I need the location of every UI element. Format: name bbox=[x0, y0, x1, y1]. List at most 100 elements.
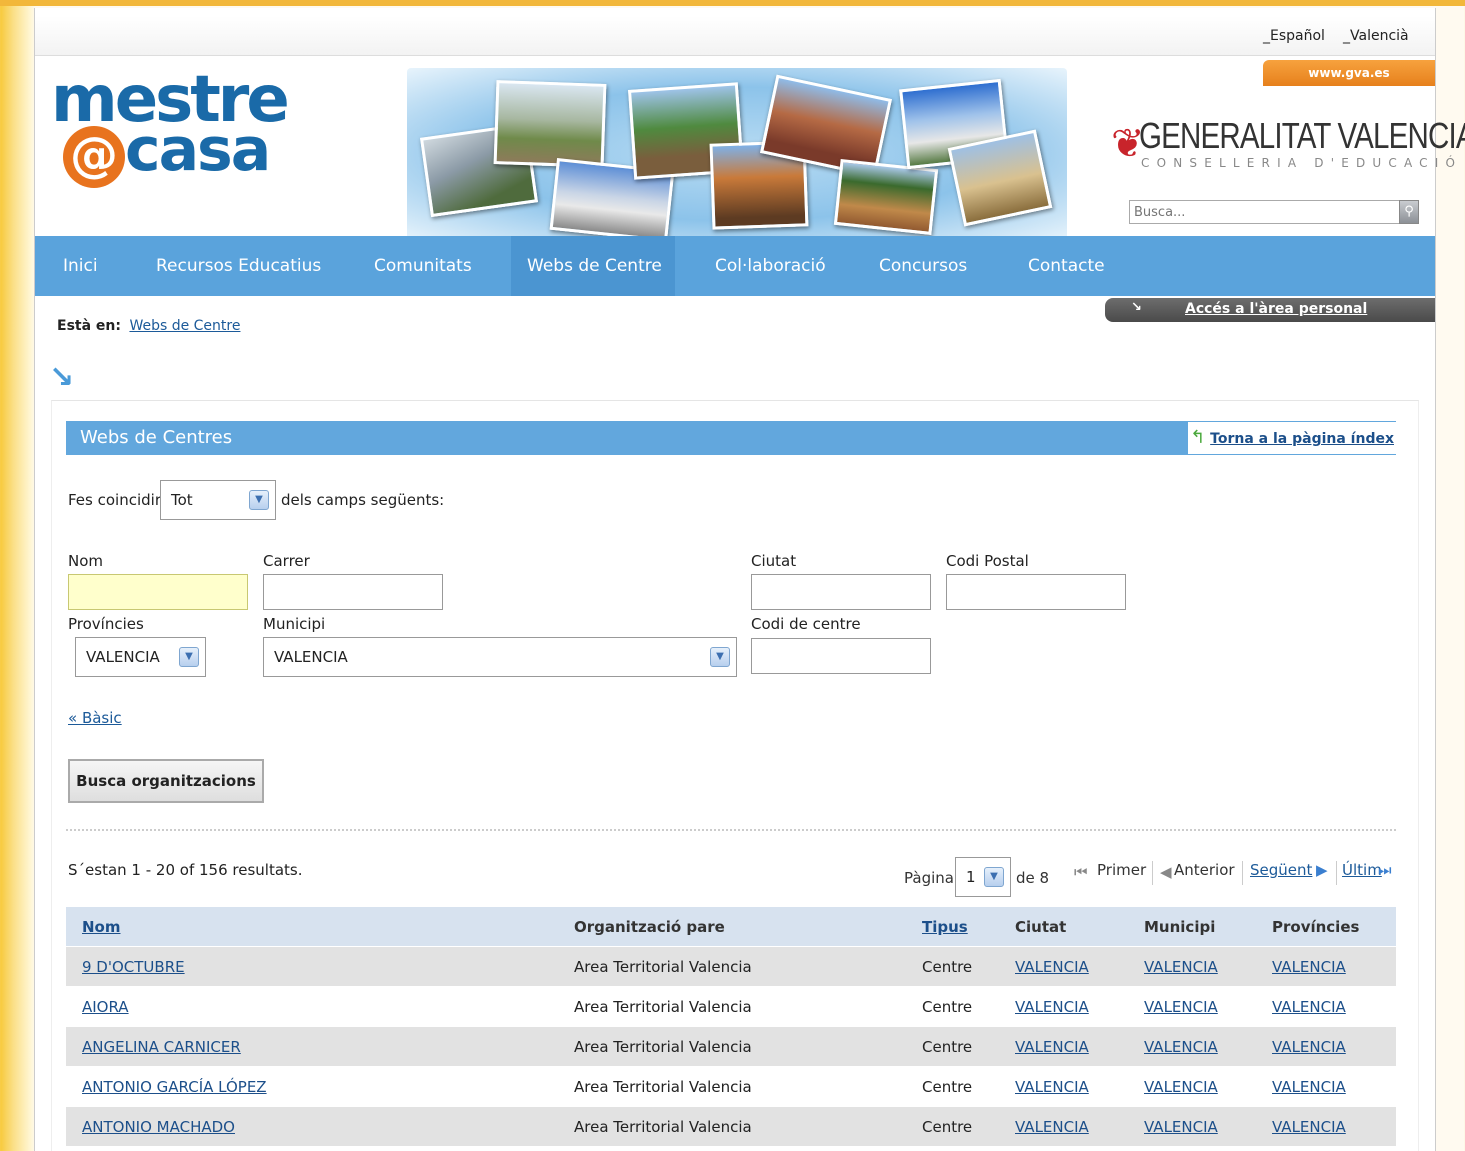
organization-name-link[interactable]: ANTONIO GARCÍA LÓPEZ bbox=[82, 1078, 267, 1096]
province-link[interactable]: VALENCIA bbox=[1272, 1078, 1346, 1096]
logo-word-casa: casa bbox=[125, 115, 271, 185]
language-bar: _Español _Valencià bbox=[35, 16, 1435, 56]
municipality-link[interactable]: VALENCIA bbox=[1144, 958, 1218, 976]
parent-organization: Area Territorial Valencia bbox=[574, 1118, 752, 1136]
bat-emblem-icon: ❦ bbox=[1111, 121, 1145, 167]
school-photo-collage bbox=[407, 68, 1067, 242]
match-prefix-label: Fes coincidir bbox=[68, 491, 161, 509]
logo-at-icon: @ bbox=[63, 126, 125, 188]
mestre-casa-logo[interactable]: mestre @ casa bbox=[51, 68, 291, 208]
organization-name-link[interactable]: ANGELINA CARNICER bbox=[82, 1038, 241, 1056]
municipality-link[interactable]: VALENCIA bbox=[1144, 1118, 1218, 1136]
table-cell: VALENCIA bbox=[1144, 1107, 1218, 1147]
lang-valencia-link[interactable]: _Valencià bbox=[1343, 28, 1409, 44]
match-mode-value: Tot bbox=[171, 491, 193, 509]
city-link[interactable]: VALENCIA bbox=[1015, 958, 1089, 976]
sort-by-tipus-link[interactable]: Tipus bbox=[922, 918, 968, 936]
back-to-index-link[interactable]: Torna a la pàgina índex bbox=[1210, 431, 1394, 447]
sort-by-nom-link[interactable]: Nom bbox=[82, 918, 121, 936]
org-type: Centre bbox=[922, 1118, 973, 1136]
codi-postal-input[interactable] bbox=[946, 574, 1126, 610]
basic-search-link[interactable]: « Bàsic bbox=[68, 709, 122, 727]
provincia-select[interactable]: VALENCIA ▼ bbox=[75, 637, 206, 677]
table-cell: VALENCIA bbox=[1144, 947, 1218, 987]
page-count-label: de 8 bbox=[1016, 869, 1050, 887]
table-cell: VALENCIA bbox=[1272, 1067, 1346, 1107]
city-link[interactable]: VALENCIA bbox=[1015, 1038, 1089, 1056]
gva-link-tab[interactable]: www.gva.es bbox=[1263, 60, 1435, 86]
municipi-select[interactable]: VALENCIA ▼ bbox=[263, 637, 737, 677]
organization-name-link[interactable]: ANTONIO MACHADO bbox=[82, 1118, 235, 1136]
province-link[interactable]: VALENCIA bbox=[1272, 1118, 1346, 1136]
nav-item-comunitats[interactable]: Comunitats bbox=[374, 236, 472, 296]
city-link[interactable]: VALENCIA bbox=[1015, 1078, 1089, 1096]
search-panel: Webs de Centres ↰ Torna a la pàgina índe… bbox=[51, 400, 1419, 1151]
municipi-value: VALENCIA bbox=[274, 648, 348, 666]
match-mode-select[interactable]: Tot ▼ bbox=[160, 480, 276, 520]
return-arrow-icon: ↰ bbox=[1190, 427, 1206, 448]
organization-name-link[interactable]: AIORA bbox=[82, 998, 129, 1016]
nav-item-inici[interactable]: Inici bbox=[63, 236, 98, 296]
divider bbox=[66, 829, 1396, 831]
organization-name-link[interactable]: 9 D'OCTUBRE bbox=[82, 958, 185, 976]
prev-page-button[interactable]: Anterior bbox=[1174, 861, 1235, 879]
nav-item-recursos-educatius[interactable]: Recursos Educatius bbox=[156, 236, 321, 296]
breadcrumb-link[interactable]: Webs de Centre bbox=[129, 318, 240, 334]
nom-label: Nom bbox=[68, 552, 104, 570]
table-cell: VALENCIA bbox=[1144, 1027, 1218, 1067]
nav-item-collaboracio[interactable]: Col·laboració bbox=[715, 236, 826, 296]
provincies-label: Províncies bbox=[68, 615, 144, 633]
city-link[interactable]: VALENCIA bbox=[1015, 1118, 1089, 1136]
header-ciutat: Ciutat bbox=[1015, 918, 1067, 936]
next-page-link[interactable]: Següent bbox=[1250, 861, 1312, 879]
table-row: ANGELINA CARNICER Area Territorial Valenc… bbox=[66, 1027, 1396, 1067]
results-summary: S´estan 1 - 20 of 156 resultats. bbox=[68, 861, 303, 879]
municipality-link[interactable]: VALENCIA bbox=[1144, 998, 1218, 1016]
table-row: ANTONIO MACHADO Area Territorial Valencia… bbox=[66, 1107, 1396, 1147]
breadcrumb-label: Està en: bbox=[57, 318, 121, 334]
province-link[interactable]: VALENCIA bbox=[1272, 958, 1346, 976]
back-to-index: ↰ Torna a la pàgina índex bbox=[1188, 422, 1396, 454]
table-cell: ANTONIO GARCÍA LÓPEZ bbox=[82, 1067, 267, 1107]
table-header-row: Nom Organització pare Tipus Ciutat Munic… bbox=[66, 907, 1396, 947]
ciutat-input[interactable] bbox=[751, 574, 931, 610]
header-organitzacio-pare: Organització pare bbox=[574, 918, 725, 936]
table-cell: ANGELINA CARNICER bbox=[82, 1027, 241, 1067]
province-link[interactable]: VALENCIA bbox=[1272, 1038, 1346, 1056]
municipality-link[interactable]: VALENCIA bbox=[1144, 1078, 1218, 1096]
search-organizations-button[interactable]: Busca organitzacions bbox=[68, 759, 264, 803]
parent-organization: Area Territorial Valencia bbox=[574, 1078, 752, 1096]
divider bbox=[1336, 861, 1337, 885]
prev-page-icon: ◀ bbox=[1160, 863, 1172, 881]
parent-organization: Area Territorial Valencia bbox=[574, 998, 752, 1016]
arrow-down-right-icon: ↘ bbox=[1131, 300, 1142, 315]
search-icon[interactable]: ⚲ bbox=[1399, 200, 1419, 224]
nom-input[interactable] bbox=[68, 574, 248, 610]
last-page-icon[interactable]: ⏭ bbox=[1378, 861, 1392, 879]
next-page-icon[interactable]: ▶ bbox=[1316, 861, 1328, 879]
org-type: Centre bbox=[922, 1038, 973, 1056]
table-body: 9 D'OCTUBRE Area Territorial Valencia Cent… bbox=[66, 947, 1396, 1147]
carrer-input[interactable] bbox=[263, 574, 443, 610]
table-row: ANTONIO GARCÍA LÓPEZ Area Territorial Val… bbox=[66, 1067, 1396, 1107]
table-cell: VALENCIA bbox=[1015, 1067, 1089, 1107]
lang-espanol-link[interactable]: _Español bbox=[1263, 28, 1325, 44]
site-search-input[interactable] bbox=[1129, 200, 1419, 224]
municipi-label: Municipi bbox=[263, 615, 326, 633]
codi-centre-input[interactable] bbox=[751, 638, 931, 674]
parent-organization: Area Territorial Valencia bbox=[574, 1038, 752, 1056]
table-cell: VALENCIA bbox=[1144, 987, 1218, 1027]
last-page-link[interactable]: Últim bbox=[1342, 861, 1382, 879]
breadcrumb: Està en: Webs de Centre bbox=[57, 318, 240, 334]
municipality-link[interactable]: VALENCIA bbox=[1144, 1038, 1218, 1056]
nav-item-webs-de-centre[interactable]: Webs de Centre bbox=[511, 236, 675, 296]
generalitat-title: GENERALITAT VALENCIANA bbox=[1139, 115, 1465, 156]
first-page-button[interactable]: Primer bbox=[1097, 861, 1146, 879]
page-select[interactable]: 1 ▼ bbox=[955, 857, 1011, 897]
nav-item-contacte[interactable]: Contacte bbox=[1028, 236, 1105, 296]
nav-item-concursos[interactable]: Concursos bbox=[879, 236, 967, 296]
personal-area-link[interactable]: Accés a l'àrea personal bbox=[1185, 301, 1367, 317]
province-link[interactable]: VALENCIA bbox=[1272, 998, 1346, 1016]
table-row: AIORA Area Territorial Valencia Centre VALE… bbox=[66, 987, 1396, 1027]
city-link[interactable]: VALENCIA bbox=[1015, 998, 1089, 1016]
